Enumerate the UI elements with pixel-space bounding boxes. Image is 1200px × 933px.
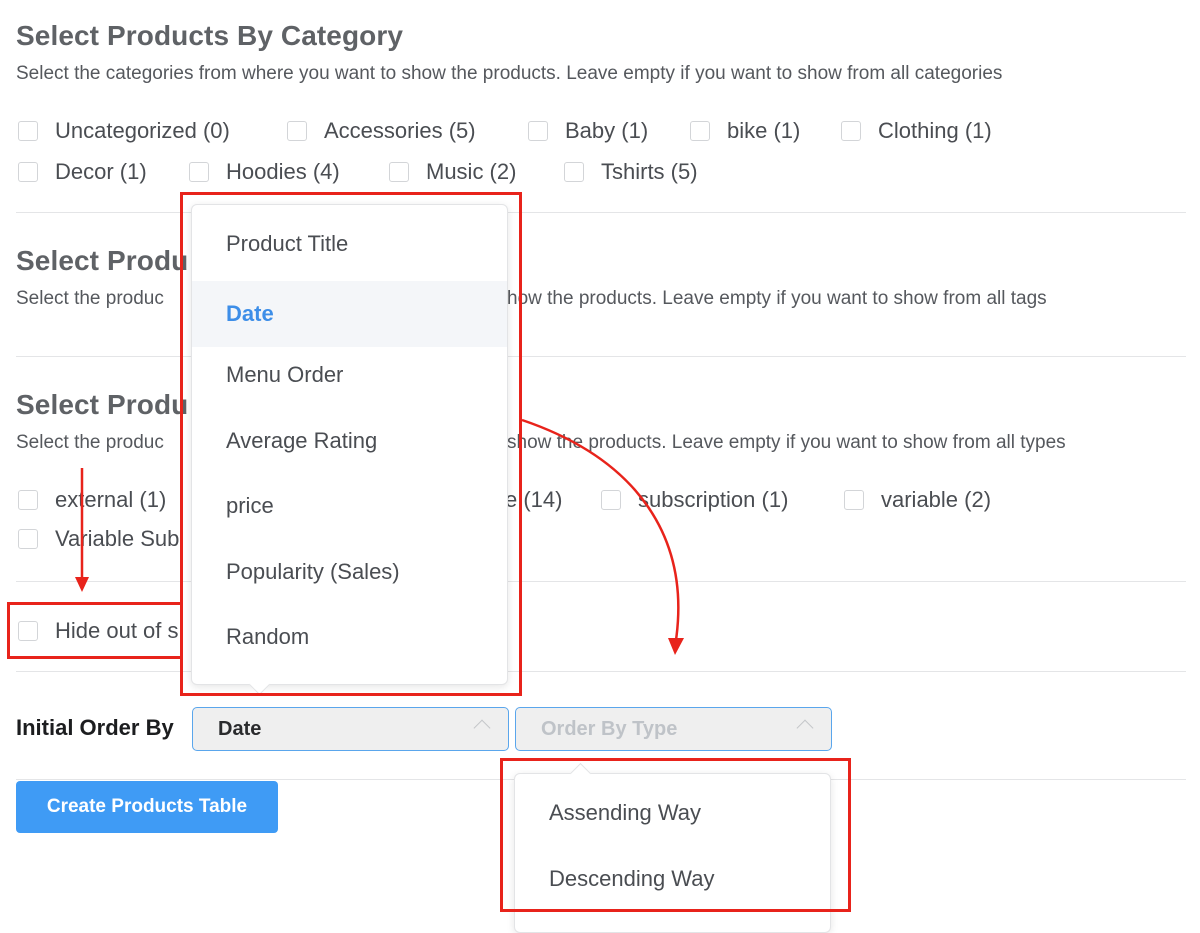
order-type-dropdown-menu: Assending Way Descending Way bbox=[514, 773, 831, 933]
checkbox-label: e (14) bbox=[505, 487, 563, 512]
order-by-select-value: Date bbox=[218, 717, 262, 740]
checkbox[interactable] bbox=[18, 162, 38, 182]
order-type-option-ascending[interactable]: Assending Way bbox=[515, 780, 830, 846]
order-type-select-placeholder: Order By Type bbox=[541, 717, 678, 740]
checkbox-label: Accessories (5) bbox=[324, 118, 476, 143]
type-section-description-right: show the products. Leave empty if you wa… bbox=[507, 432, 1066, 453]
checkbox-label: Hoodies (4) bbox=[226, 159, 340, 184]
order-by-option-date[interactable]: Date bbox=[192, 281, 507, 347]
checkbox-label: Variable Sub bbox=[55, 526, 180, 551]
category-checkbox-uncategorized[interactable]: Uncategorized (0) bbox=[18, 118, 230, 144]
category-checkbox-bike[interactable]: bike (1) bbox=[690, 118, 800, 144]
tag-section-description-right: how the products. Leave empty if you wan… bbox=[507, 288, 1047, 309]
checkbox[interactable] bbox=[389, 162, 409, 182]
order-type-option-descending[interactable]: Descending Way bbox=[515, 846, 830, 912]
arrow-curved-to-order-type bbox=[521, 418, 684, 655]
order-by-option-random[interactable]: Random bbox=[192, 604, 507, 670]
order-by-option-popularity[interactable]: Popularity (Sales) bbox=[192, 539, 507, 605]
order-by-option-average-rating[interactable]: Average Rating bbox=[192, 408, 507, 474]
order-by-option-menu-order[interactable]: Menu Order bbox=[192, 342, 507, 408]
checkbox-label: external (1) bbox=[55, 487, 167, 512]
type-checkbox-external[interactable]: external (1) bbox=[18, 487, 166, 513]
type-checkbox-variable-subscription[interactable]: Variable Sub bbox=[18, 526, 179, 552]
category-checkbox-clothing[interactable]: Clothing (1) bbox=[841, 118, 992, 144]
checkbox-label: bike (1) bbox=[727, 118, 801, 143]
type-section-description-left: Select the produc bbox=[16, 432, 164, 453]
checkbox[interactable] bbox=[18, 621, 38, 641]
checkbox-label: Hide out of s bbox=[55, 618, 179, 643]
checkbox[interactable] bbox=[564, 162, 584, 182]
order-by-option-price[interactable]: price bbox=[192, 473, 507, 539]
checkbox[interactable] bbox=[690, 121, 710, 141]
create-products-table-button[interactable]: Create Products Table bbox=[16, 781, 278, 833]
order-by-option-product-title[interactable]: Product Title bbox=[192, 211, 507, 277]
chevron-up-icon bbox=[473, 719, 491, 737]
order-by-select[interactable]: Date bbox=[192, 707, 509, 751]
type-checkbox-variable[interactable]: variable (2) bbox=[844, 487, 991, 513]
order-by-dropdown-menu: Product Title Date Menu Order Average Ra… bbox=[191, 204, 508, 685]
type-checkbox-subscription[interactable]: subscription (1) bbox=[601, 487, 788, 513]
checkbox-label: Music (2) bbox=[426, 159, 517, 184]
checkbox[interactable] bbox=[841, 121, 861, 141]
checkbox-label: Uncategorized (0) bbox=[55, 118, 230, 143]
category-checkbox-accessories[interactable]: Accessories (5) bbox=[287, 118, 476, 144]
category-section-title: Select Products By Category bbox=[16, 20, 404, 51]
checkbox[interactable] bbox=[844, 490, 864, 510]
checkbox-label: subscription (1) bbox=[638, 487, 789, 512]
type-section-title: Select Produ bbox=[16, 389, 189, 420]
type-checkbox-simple[interactable]: e (14) bbox=[505, 487, 562, 513]
category-checkbox-decor[interactable]: Decor (1) bbox=[18, 159, 147, 185]
checkbox[interactable] bbox=[189, 162, 209, 182]
checkbox[interactable] bbox=[18, 529, 38, 549]
checkbox[interactable] bbox=[18, 490, 38, 510]
hide-out-of-stock-checkbox[interactable]: Hide out of s bbox=[18, 618, 179, 644]
checkbox[interactable] bbox=[287, 121, 307, 141]
checkbox-label: variable (2) bbox=[881, 487, 992, 512]
category-checkbox-music[interactable]: Music (2) bbox=[389, 159, 516, 185]
checkbox[interactable] bbox=[528, 121, 548, 141]
order-type-select[interactable]: Order By Type bbox=[515, 707, 832, 751]
tag-section-title: Select Produ bbox=[16, 245, 189, 276]
chevron-up-icon bbox=[796, 719, 814, 737]
checkbox-label: Clothing (1) bbox=[878, 118, 992, 143]
category-section-description: Select the categories from where you wan… bbox=[16, 63, 1003, 84]
tag-section-description-left: Select the produc bbox=[16, 288, 164, 309]
checkbox-label: Baby (1) bbox=[565, 118, 649, 143]
checkbox-label: Decor (1) bbox=[55, 159, 147, 184]
category-checkbox-baby[interactable]: Baby (1) bbox=[528, 118, 648, 144]
category-checkbox-tshirts[interactable]: Tshirts (5) bbox=[564, 159, 698, 185]
checkbox-label: Tshirts (5) bbox=[601, 159, 698, 184]
checkbox[interactable] bbox=[601, 490, 621, 510]
initial-order-label: Initial Order By bbox=[16, 715, 174, 740]
checkbox[interactable] bbox=[18, 121, 38, 141]
category-checkbox-hoodies[interactable]: Hoodies (4) bbox=[189, 159, 340, 185]
